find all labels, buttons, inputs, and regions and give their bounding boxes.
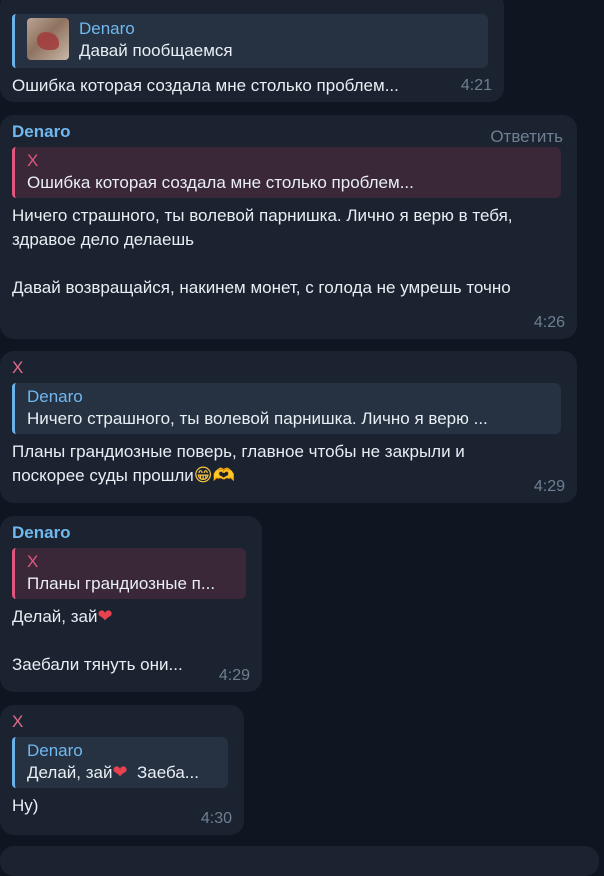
quote-text-part: Заеба...	[127, 763, 199, 782]
quote-author: Denaro	[79, 19, 135, 38]
message-bubble[interactable]: Denaro Ответить X Ошибка которая создала…	[0, 115, 577, 339]
grin-emoji-icon: 😁	[193, 465, 213, 486]
message-time: 4:21	[460, 77, 492, 94]
sender-name[interactable]: X	[12, 357, 565, 379]
reply-quote[interactable]: X Ошибка которая создала мне столько про…	[12, 147, 561, 198]
quote-text: Планы грандиозные п...	[27, 574, 216, 593]
message-text: Ничего страшного, ты волевой парнишка. Л…	[12, 206, 513, 297]
reply-quote[interactable]: Denaro Делай, зай❤ Заеба...	[12, 737, 228, 788]
message-bubble[interactable]: Denaro X Планы грандиозные п... Делай, з…	[0, 516, 262, 692]
message-bubble[interactable]: X Denaro Делай, зай❤ Заеба... Ну) 4:30	[0, 705, 244, 835]
quote-author: Denaro	[27, 387, 83, 406]
sender-name[interactable]: X	[12, 711, 232, 733]
reply-button[interactable]: Ответить	[490, 127, 563, 147]
message-time: 4:30	[200, 810, 232, 827]
message-text-line: поскорее суды прошли	[12, 466, 194, 485]
message-bubble[interactable]: X Denaro Ничего страшного, ты волевой па…	[0, 351, 577, 503]
sender-name[interactable]: Denaro	[12, 522, 250, 544]
message-text: Ну)	[12, 796, 39, 815]
reply-quote[interactable]: Denaro Ничего страшного, ты волевой парн…	[12, 383, 561, 434]
message-text-line: Заебали тянуть они...	[12, 655, 183, 674]
quote-text: Давай пообщаемся	[79, 41, 233, 60]
quote-text: Ошибка которая создала мне столько пробл…	[27, 173, 414, 192]
quote-text: Делай, зай❤ Заеба...	[27, 762, 218, 784]
message-time: 4:29	[218, 667, 250, 684]
message-text: Планы грандиозные поверь, главное чтобы …	[12, 440, 565, 488]
message-time: 4:29	[533, 478, 565, 495]
message-bubble[interactable]: Denaro Давай пообщаемся Ошибка которая с…	[0, 0, 504, 102]
quote-author: X	[27, 552, 39, 571]
sender-name[interactable]: Denaro	[12, 121, 565, 143]
reply-quote[interactable]: X Планы грандиозные п...	[12, 548, 246, 599]
reply-quote[interactable]: Denaro Давай пообщаемся	[12, 14, 488, 68]
heart-emoji-icon: ❤	[97, 606, 113, 627]
message-text-line: Планы грандиозные поверь, главное чтобы …	[12, 442, 465, 461]
quote-text: Ничего страшного, ты волевой парнишка. Л…	[27, 409, 488, 428]
heart-hands-emoji-icon: 🫶	[212, 465, 235, 486]
heart-emoji-icon: ❤	[112, 762, 128, 783]
quote-author: Denaro	[27, 741, 83, 760]
message-text-line: Делай, зай	[12, 607, 98, 626]
message-text: Делай, зай❤ Заебали тянуть они...	[12, 605, 250, 677]
message-text: Ошибка которая создала мне столько пробл…	[12, 76, 399, 95]
message-time: 4:26	[533, 314, 565, 331]
quote-author: X	[27, 151, 39, 170]
quoted-photo-thumbnail	[27, 18, 69, 60]
quote-text-part: Делай, зай	[27, 763, 113, 782]
message-bubble-partial[interactable]	[0, 846, 599, 876]
